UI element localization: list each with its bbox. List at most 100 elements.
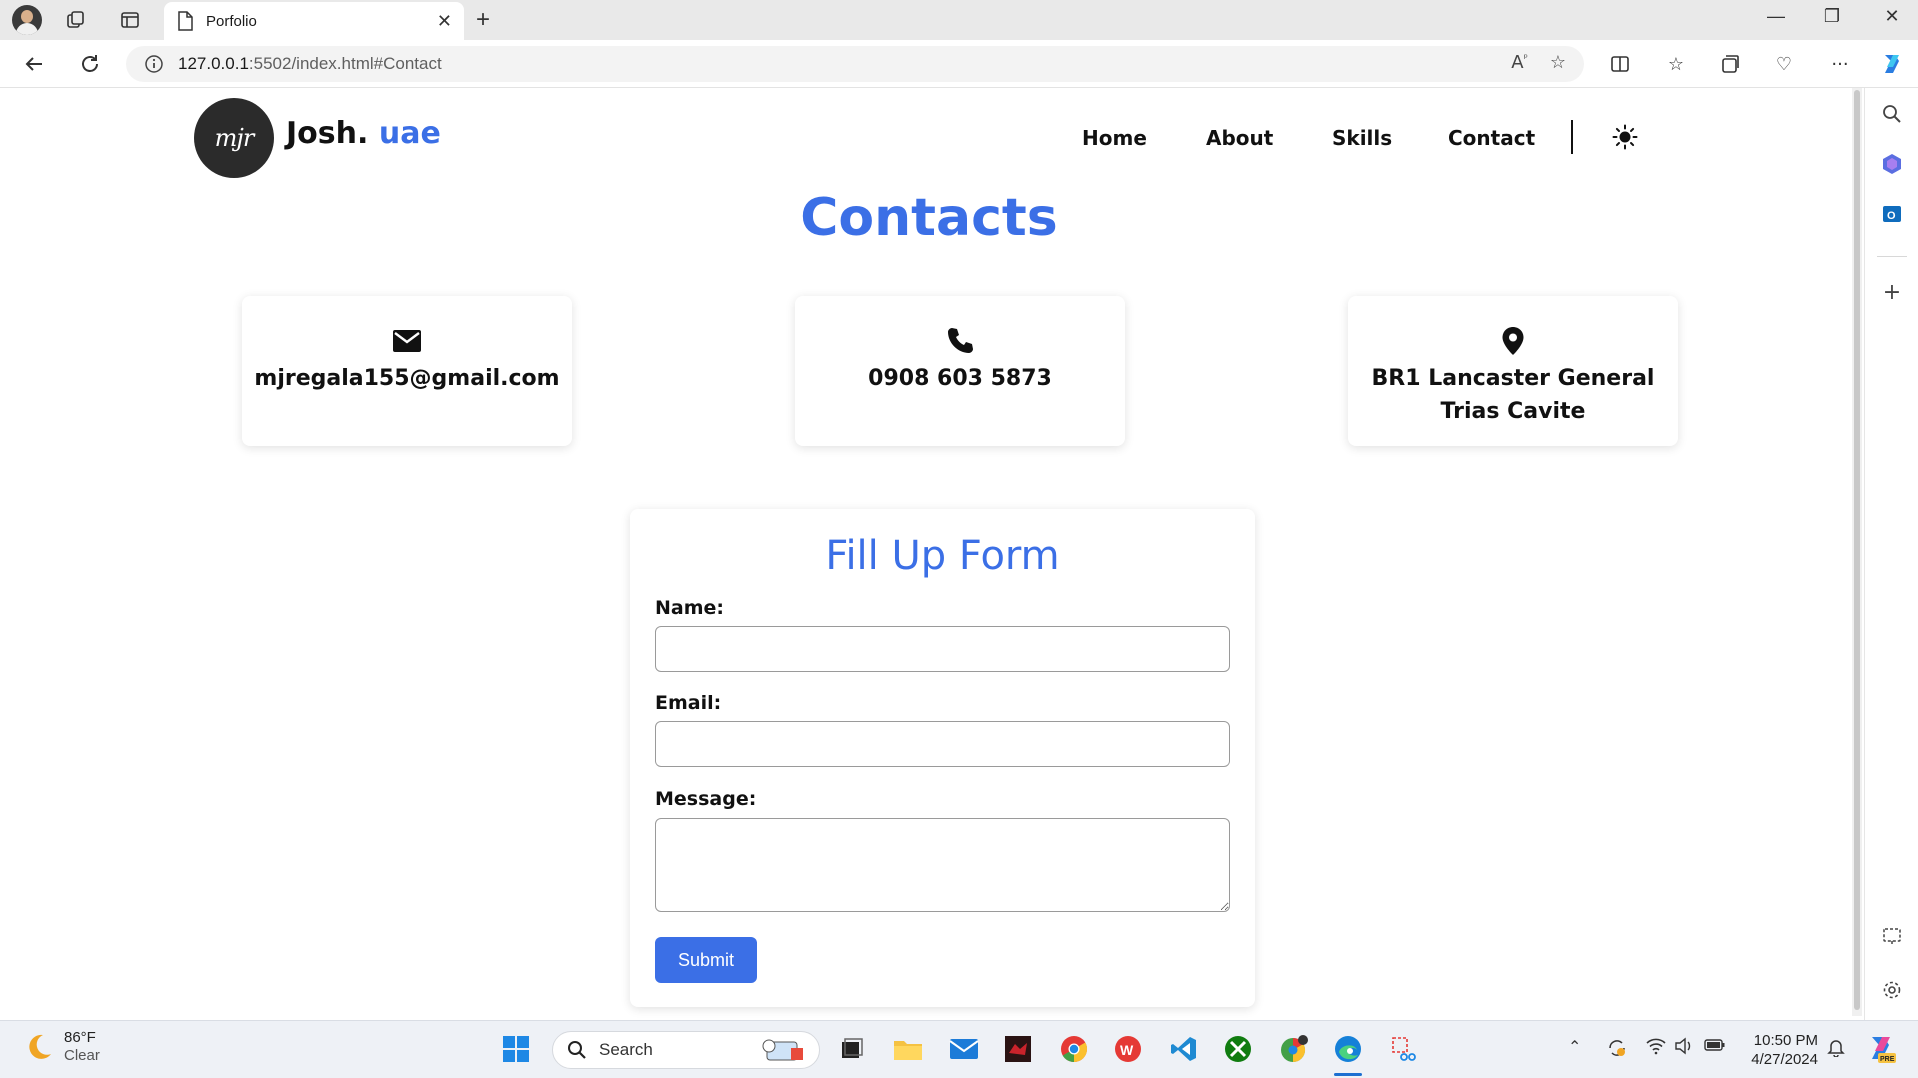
url-text[interactable]: 127.0.0.1:5502/index.html#Contact bbox=[178, 54, 442, 74]
sync-icon[interactable] bbox=[1606, 1037, 1628, 1064]
mail-icon[interactable] bbox=[946, 1031, 982, 1067]
vertical-tabs-icon[interactable] bbox=[116, 6, 144, 34]
chevron-up-icon[interactable]: ⌃ bbox=[1568, 1037, 1581, 1057]
phone-text: 0908 603 5873 bbox=[868, 366, 1052, 391]
taskbar-search[interactable]: Search bbox=[552, 1031, 820, 1069]
battery-icon[interactable] bbox=[1704, 1037, 1726, 1058]
email-text: mjregala155@gmail.com bbox=[254, 366, 560, 391]
copilot-icon[interactable] bbox=[1878, 50, 1906, 78]
contacts-title: Contacts bbox=[800, 188, 1058, 248]
nav-skills[interactable]: Skills bbox=[1332, 126, 1392, 150]
phone-icon bbox=[945, 326, 975, 356]
notifications-icon[interactable] bbox=[1826, 1037, 1846, 1062]
phone-card: 0908 603 5873 bbox=[795, 296, 1125, 446]
address-bar[interactable]: 127.0.0.1:5502/index.html#Contact Aᵖ ☆ bbox=[126, 46, 1584, 82]
name-field[interactable] bbox=[655, 626, 1230, 672]
edge-icon[interactable] bbox=[1330, 1031, 1366, 1067]
add-icon[interactable]: + bbox=[1880, 280, 1904, 305]
more-options-icon[interactable]: ··· bbox=[1826, 50, 1854, 78]
brand-name[interactable]: Josh. uae bbox=[286, 116, 441, 151]
edge-sidebar: O + bbox=[1864, 88, 1918, 1020]
nav-about[interactable]: About bbox=[1206, 126, 1273, 150]
restore-button[interactable]: ❐ bbox=[1812, 6, 1852, 27]
task-view-icon[interactable] bbox=[834, 1031, 870, 1067]
form-title: Fill Up Form bbox=[825, 533, 1060, 579]
windows-taskbar: 86°F Clear Search W ⌃ 10:50 PM 4/27/2024… bbox=[0, 1020, 1918, 1078]
new-tab-button[interactable]: + bbox=[476, 6, 490, 34]
moon-icon bbox=[29, 1034, 51, 1059]
wifi-icon[interactable] bbox=[1646, 1037, 1666, 1060]
search-icon[interactable] bbox=[1880, 102, 1904, 126]
split-screen-icon[interactable] bbox=[1606, 50, 1634, 78]
search-placeholder: Search bbox=[599, 1040, 653, 1059]
browser-tab-bar: Porfolio ✕ + — ❐ ✕ bbox=[0, 0, 1918, 40]
outlook-icon[interactable]: O bbox=[1880, 202, 1904, 226]
file-explorer-icon[interactable] bbox=[890, 1031, 926, 1067]
favorites-icon[interactable]: ☆ bbox=[1662, 50, 1690, 78]
refresh-icon[interactable] bbox=[76, 50, 104, 78]
message-label: Message: bbox=[655, 788, 757, 810]
info-icon[interactable] bbox=[144, 54, 164, 74]
address-card: BR1 Lancaster General Trias Cavite bbox=[1348, 296, 1678, 446]
system-clock[interactable]: 10:50 PM 4/27/2024 bbox=[1740, 1031, 1818, 1069]
brand-main: Josh. bbox=[286, 116, 369, 151]
chrome-profile-icon[interactable] bbox=[1276, 1031, 1312, 1067]
search-highlight-icon bbox=[761, 1038, 807, 1068]
sun-icon[interactable] bbox=[1612, 124, 1638, 150]
back-icon[interactable] bbox=[20, 50, 48, 78]
email-card: mjregala155@gmail.com bbox=[242, 296, 572, 446]
favorite-star-icon[interactable]: ☆ bbox=[1550, 52, 1566, 73]
location-pin-icon bbox=[1498, 326, 1528, 356]
profile-avatar[interactable] bbox=[12, 5, 42, 35]
close-window-button[interactable]: ✕ bbox=[1872, 6, 1912, 27]
screenshot-icon[interactable] bbox=[1880, 924, 1904, 948]
page-viewport: mjr Josh. uae Home About Skills Contact … bbox=[6, 88, 1852, 1018]
page-scrollbar[interactable] bbox=[1852, 88, 1862, 1016]
chrome-icon[interactable] bbox=[1056, 1031, 1092, 1067]
search-icon bbox=[568, 1041, 586, 1059]
weather-temp: 86°F bbox=[64, 1029, 96, 1046]
logo-signature: mjr bbox=[214, 124, 255, 152]
start-icon[interactable] bbox=[498, 1031, 534, 1067]
contact-form: Fill Up Form Name: Email: Message: Submi… bbox=[630, 509, 1255, 1007]
svg-text:O: O bbox=[1887, 210, 1896, 222]
brand-accent: uae bbox=[378, 116, 441, 151]
browser-essentials-icon[interactable]: ♡ bbox=[1770, 50, 1798, 78]
read-aloud-icon[interactable]: Aᵖ bbox=[1511, 52, 1528, 73]
workspaces-icon[interactable] bbox=[62, 6, 90, 34]
active-app-indicator bbox=[1334, 1073, 1362, 1076]
submit-button[interactable]: Submit bbox=[655, 937, 757, 983]
address-line-1: BR1 Lancaster General bbox=[1371, 366, 1655, 391]
email-field[interactable] bbox=[655, 721, 1230, 767]
nav-contact[interactable]: Contact bbox=[1448, 126, 1535, 150]
clock-date: 4/27/2024 bbox=[1751, 1051, 1818, 1068]
name-label: Name: bbox=[655, 597, 725, 619]
message-field[interactable] bbox=[655, 818, 1230, 912]
page-icon bbox=[178, 11, 193, 31]
nav-divider bbox=[1571, 120, 1573, 154]
svg-text:PRE: PRE bbox=[1880, 1056, 1895, 1063]
svg-text:W: W bbox=[1120, 1042, 1134, 1058]
tab-title: Porfolio bbox=[206, 12, 257, 30]
scrollbar-thumb[interactable] bbox=[1854, 90, 1860, 1010]
snipping-tool-icon[interactable] bbox=[1386, 1031, 1422, 1067]
clock-time: 10:50 PM bbox=[1753, 1032, 1818, 1049]
nav-home[interactable]: Home bbox=[1082, 126, 1147, 150]
address-text: BR1 Lancaster General Trias Cavite bbox=[1358, 362, 1668, 428]
xbox-icon[interactable] bbox=[1220, 1031, 1256, 1067]
browser-tab[interactable]: Porfolio ✕ bbox=[164, 2, 464, 40]
minimize-button[interactable]: — bbox=[1756, 6, 1796, 27]
wps-office-icon[interactable]: W bbox=[1110, 1031, 1146, 1067]
copilot-sidebar-icon[interactable] bbox=[1880, 152, 1904, 176]
settings-icon[interactable] bbox=[1880, 978, 1904, 1002]
volume-icon[interactable] bbox=[1674, 1037, 1694, 1060]
email-label: Email: bbox=[655, 692, 722, 714]
copilot-preview-icon[interactable]: PRE bbox=[1864, 1031, 1898, 1070]
site-logo[interactable]: mjr bbox=[194, 98, 274, 178]
weather-condition: Clear bbox=[64, 1047, 100, 1064]
collections-icon[interactable] bbox=[1716, 50, 1744, 78]
vscode-icon[interactable] bbox=[1166, 1031, 1202, 1067]
close-tab-icon[interactable]: ✕ bbox=[437, 11, 452, 32]
weather-widget[interactable]: 86°F Clear bbox=[24, 1029, 100, 1065]
game-app-icon[interactable] bbox=[1000, 1031, 1036, 1067]
